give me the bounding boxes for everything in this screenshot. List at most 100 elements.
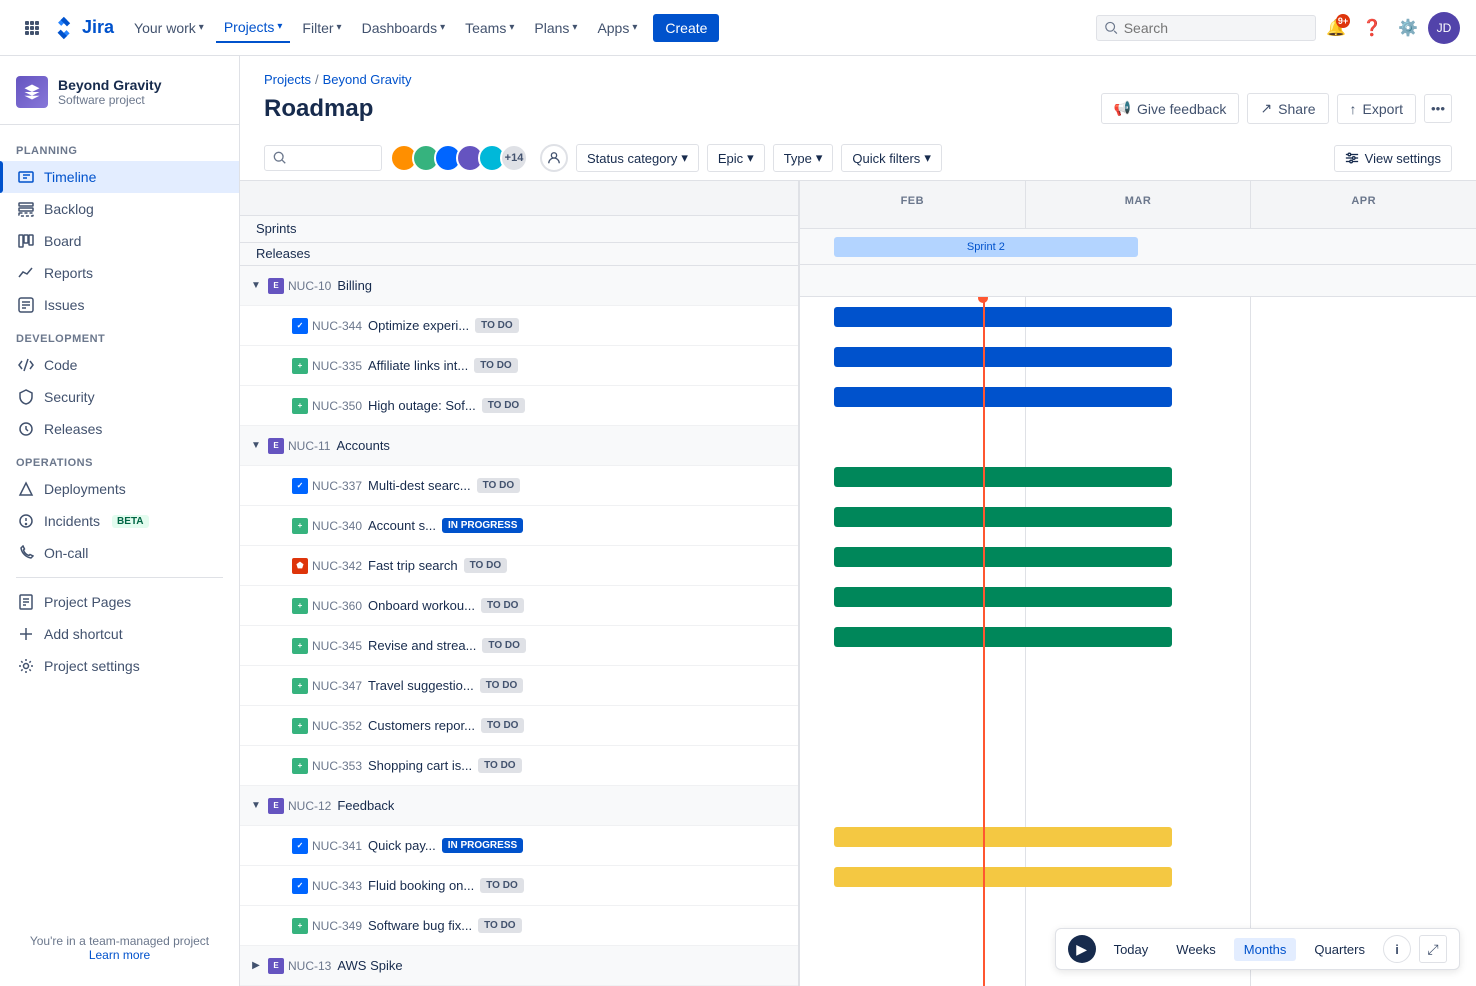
sidebar-item-deployments[interactable]: Deployments [0, 473, 239, 505]
toolbar-search[interactable] [264, 145, 382, 171]
sidebar-item-add-shortcut[interactable]: Add shortcut [0, 618, 239, 650]
apps-menu-button[interactable] [16, 12, 48, 44]
gantt-container[interactable]: Sprints Releases ▼ E NUC-10 Billing [240, 181, 1476, 986]
story-icon: ✓ [292, 838, 308, 854]
timeline-label: Timeline [44, 169, 96, 185]
avatar-count[interactable]: +14 [500, 144, 528, 172]
search-box[interactable] [1096, 15, 1316, 41]
releases-label-cell: Releases [240, 243, 798, 267]
user-avatar[interactable]: JD [1428, 12, 1460, 44]
learn-more-link[interactable]: Learn more [16, 948, 223, 962]
project-type: Software project [58, 93, 161, 107]
sidebar-item-reports[interactable]: Reports [0, 257, 239, 289]
table-row[interactable]: + NUC-340 Account s... IN PROGRESS [240, 506, 798, 546]
status-category-filter[interactable]: Status category ▾ [576, 144, 699, 172]
toolbar-search-input[interactable] [293, 150, 373, 166]
sidebar-item-backlog[interactable]: Backlog [0, 193, 239, 225]
breadcrumb-project[interactable]: Beyond Gravity [323, 72, 412, 87]
oncall-label: On-call [44, 545, 88, 561]
nav-dashboards[interactable]: Dashboards ▾ [354, 14, 454, 42]
weeks-button[interactable]: Weeks [1166, 938, 1226, 961]
table-row[interactable]: ⬟ NUC-342 Fast trip search TO DO [240, 546, 798, 586]
notifications-button[interactable]: 🔔 9+ [1320, 12, 1352, 44]
type-filter[interactable]: Type ▾ [773, 144, 834, 172]
nav-projects[interactable]: Projects ▾ [216, 13, 291, 43]
sidebar-item-issues[interactable]: Issues [0, 289, 239, 321]
epic-icon: E [268, 958, 284, 974]
story-icon: ✓ [292, 478, 308, 494]
sidebar-item-project-pages[interactable]: Project Pages [0, 586, 239, 618]
issues-label: Issues [44, 297, 84, 313]
table-row[interactable]: ▼ E NUC-12 Feedback [240, 786, 798, 826]
gantt-row-cell: + NUC-352 Customers repor... TO DO [240, 706, 800, 745]
months-button[interactable]: Months [1234, 938, 1297, 961]
nav-teams[interactable]: Teams ▾ [457, 14, 522, 42]
sidebar-item-oncall[interactable]: On-call [0, 537, 239, 569]
month-feb: FEB [800, 181, 1026, 228]
releases-text: Releases [256, 246, 310, 261]
settings-button[interactable]: ⚙️ [1392, 12, 1424, 44]
table-row[interactable]: + NUC-353 Shopping cart is... TO DO [240, 746, 798, 786]
nav-filter[interactable]: Filter ▾ [294, 14, 349, 42]
table-row[interactable]: + NUC-349 Software bug fix... TO DO [240, 906, 798, 946]
help-button[interactable]: ❓ [1356, 12, 1388, 44]
issue-name: Quick pay... [368, 838, 436, 853]
sidebar-item-code[interactable]: Code [0, 349, 239, 381]
search-input[interactable] [1124, 20, 1307, 36]
add-shortcut-label: Add shortcut [44, 626, 123, 642]
nuc360-bar [834, 627, 1172, 647]
table-row[interactable]: + NUC-352 Customers repor... TO DO [240, 706, 798, 746]
gantt-row-cell: + NUC-360 Onboard workou... TO DO [240, 586, 800, 625]
deployments-icon [16, 479, 36, 499]
sidebar-item-board[interactable]: Board [0, 225, 239, 257]
table-row[interactable]: ▶ E NUC-13 AWS Spike [240, 946, 798, 986]
fullscreen-button[interactable]: ⤢ [1419, 935, 1447, 963]
today-button[interactable]: Today [1104, 938, 1159, 961]
person-filter-button[interactable] [540, 144, 568, 172]
breadcrumb-projects[interactable]: Projects [264, 72, 311, 87]
table-row[interactable]: ✓ NUC-343 Fluid booking on... TO DO [240, 866, 798, 906]
table-row[interactable]: ✓ NUC-344 Optimize experi... TO DO [240, 306, 798, 346]
table-row[interactable]: + NUC-335 Affiliate links int... TO DO [240, 346, 798, 386]
share-button[interactable]: ↗ Share [1247, 93, 1328, 124]
export-button[interactable]: ↑ Export [1337, 94, 1416, 124]
sidebar-item-timeline[interactable]: Timeline [0, 161, 239, 193]
sidebar-item-incidents[interactable]: Incidents BETA [0, 505, 239, 537]
epic-icon: E [268, 798, 284, 814]
feedback-bar [834, 827, 1172, 847]
table-row[interactable]: + NUC-345 Revise and strea... TO DO [240, 626, 798, 666]
table-row[interactable]: ✓ NUC-341 Quick pay... IN PROGRESS [240, 826, 798, 866]
nav-apps[interactable]: Apps ▾ [589, 14, 645, 42]
table-row[interactable]: ▼ E NUC-11 Accounts [240, 426, 798, 466]
table-row[interactable]: + NUC-360 Onboard workou... TO DO [240, 586, 798, 626]
epic-filter[interactable]: Epic ▾ [707, 144, 765, 172]
quick-filters[interactable]: Quick filters ▾ [841, 144, 941, 172]
project-settings-label: Project settings [44, 658, 140, 674]
gantt-bar-row [800, 457, 1476, 497]
quarters-button[interactable]: Quarters [1304, 938, 1375, 961]
table-row[interactable]: ✓ NUC-337 Multi-dest searc... TO DO [240, 466, 798, 506]
give-feedback-button[interactable]: 📢 Give feedback [1101, 93, 1240, 124]
view-settings-button[interactable]: View settings [1334, 145, 1452, 172]
expand-button[interactable]: ▶ [248, 958, 264, 974]
expand-button[interactable]: ▼ [248, 798, 264, 814]
info-button[interactable]: i [1383, 935, 1411, 963]
timeline-nav-button[interactable]: ▶ [1068, 935, 1096, 963]
table-row[interactable]: ▼ E NUC-10 Billing [240, 266, 798, 306]
board-label: Board [44, 233, 81, 249]
create-button[interactable]: Create [653, 14, 719, 42]
gantt-bars-area[interactable] [800, 297, 1476, 986]
more-actions-button[interactable]: ••• [1424, 94, 1452, 123]
jira-logo[interactable]: Jira [52, 16, 114, 40]
sidebar-item-releases[interactable]: Releases [0, 413, 239, 445]
table-row[interactable]: + NUC-347 Travel suggestio... TO DO [240, 666, 798, 706]
table-row[interactable]: + NUC-350 High outage: Sof... TO DO [240, 386, 798, 426]
nav-plans[interactable]: Plans ▾ [526, 14, 585, 42]
sidebar-item-security[interactable]: Security [0, 381, 239, 413]
nav-your-work[interactable]: Your work ▾ [126, 14, 212, 42]
gantt-row-cell: ✓ NUC-341 Quick pay... IN PROGRESS [240, 826, 800, 865]
sidebar-item-project-settings[interactable]: Project settings [0, 650, 239, 682]
expand-button[interactable]: ▼ [248, 438, 264, 454]
accounts-bar [834, 467, 1172, 487]
expand-button[interactable]: ▼ [248, 278, 264, 294]
